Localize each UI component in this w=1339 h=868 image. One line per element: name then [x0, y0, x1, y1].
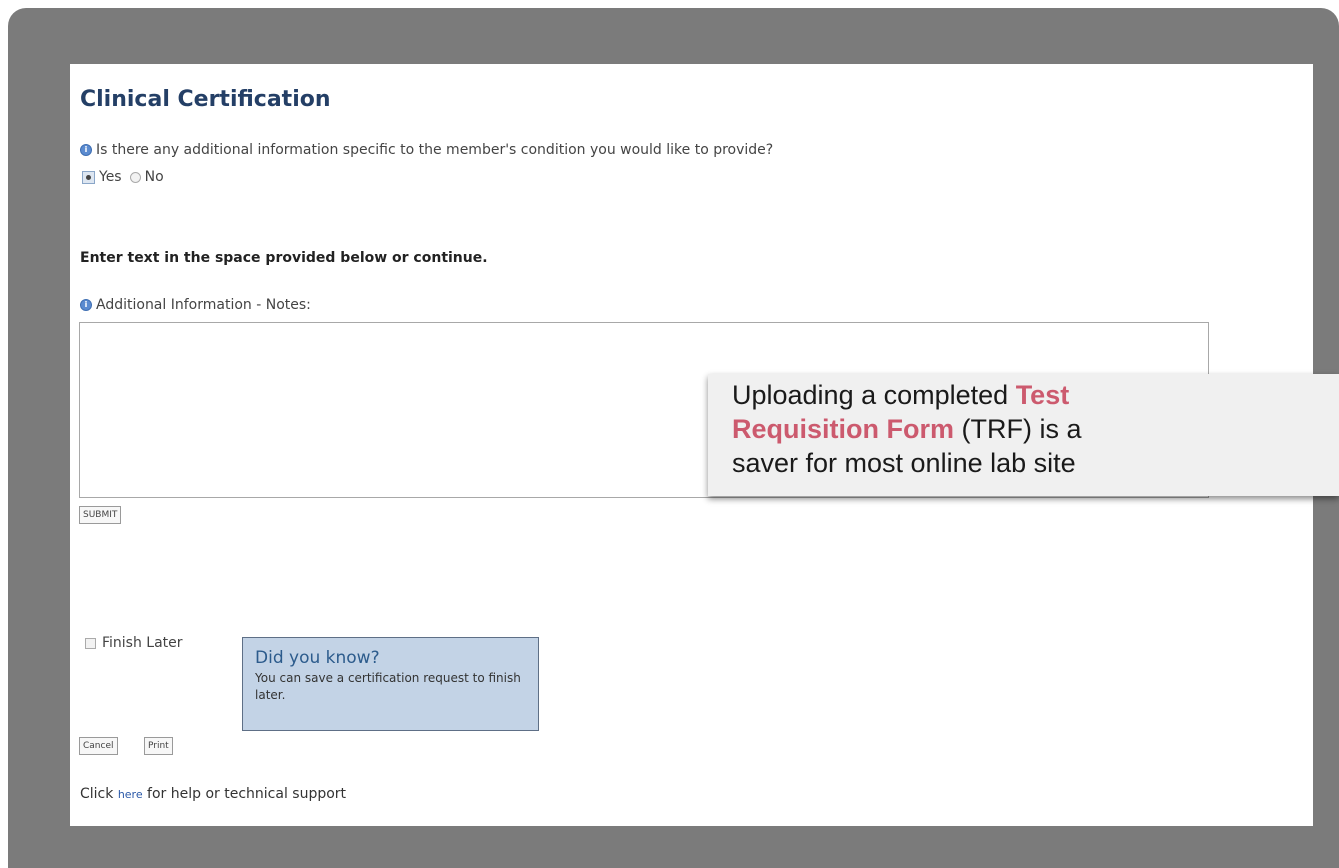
- no-radio[interactable]: [129, 171, 141, 183]
- help-prefix: Click: [80, 786, 118, 802]
- yes-label: Yes: [99, 169, 122, 185]
- callout-box: Uploading a completed Test Requisition F…: [708, 374, 1339, 496]
- tip-text: You can save a certification request to …: [255, 671, 521, 702]
- info-icon[interactable]: i: [80, 299, 92, 311]
- no-label: No: [144, 169, 164, 185]
- instruction-text: Enter text in the space provided below o…: [80, 250, 488, 266]
- notes-label: i Additional Information - Notes:: [80, 297, 311, 313]
- notes-label-text: Additional Information - Notes:: [96, 297, 311, 313]
- additional-info-question: i Is there any additional information spe…: [80, 142, 773, 158]
- finish-later-checkbox[interactable]: [85, 637, 96, 649]
- help-line: Click here for help or technical support: [80, 786, 346, 802]
- callout-line-1: Uploading a completed Test: [732, 378, 1339, 412]
- yes-radio[interactable]: [82, 170, 95, 184]
- tip-title: Did you know?: [255, 648, 380, 668]
- help-link[interactable]: here: [118, 788, 143, 801]
- callout-line-3: saver for most online lab site: [732, 448, 1076, 478]
- yes-no-radio-group: Yes No: [82, 169, 164, 185]
- info-icon[interactable]: i: [80, 144, 92, 156]
- callout-highlight-1: Test: [1015, 380, 1070, 410]
- submit-button[interactable]: SUBMIT: [79, 506, 122, 524]
- finish-later-label: Finish Later: [102, 635, 183, 651]
- help-suffix: for help or technical support: [142, 786, 347, 802]
- page-title: Clinical Certification: [80, 87, 331, 112]
- callout-line-2: Requisition Form (TRF) is a: [732, 412, 1339, 446]
- finish-later-option: Finish Later: [85, 635, 183, 651]
- cancel-button[interactable]: Cancel: [79, 737, 118, 755]
- callout-text-2: (TRF) is a: [954, 414, 1082, 444]
- question-text: Is there any additional information spec…: [96, 142, 774, 158]
- callout-highlight-2: Requisition Form: [732, 414, 954, 444]
- print-button[interactable]: Print: [144, 737, 173, 755]
- did-you-know-tip: Did you know? You can save a certificati…: [242, 637, 539, 731]
- callout-text-1: Uploading a completed: [732, 380, 1016, 410]
